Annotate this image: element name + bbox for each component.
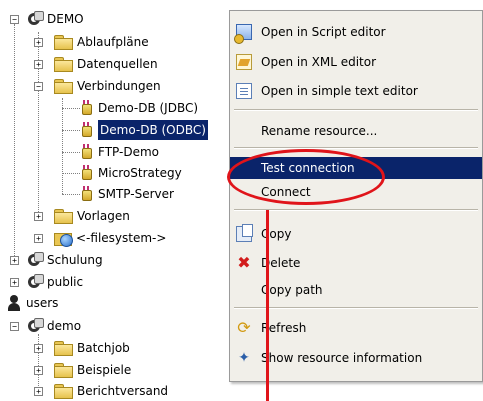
tree-node-demo[interactable]: − DEMO (10, 9, 84, 29)
tree-line (62, 98, 63, 194)
collapse-toggle[interactable]: − (10, 322, 19, 331)
folder-icon (54, 384, 73, 399)
menu-separator (234, 307, 478, 309)
expand-toggle[interactable]: + (34, 212, 43, 221)
tree-node-filesystem[interactable]: + <-filesystem-> (34, 228, 166, 248)
tree-line (62, 130, 80, 131)
tree-node-users[interactable]: users (6, 293, 58, 313)
tree-node-schulung[interactable]: + Schulung (10, 250, 103, 270)
menu-separator (234, 209, 478, 211)
tree-node-demo-user[interactable]: − demo (10, 316, 81, 336)
menu-test-connection[interactable]: Test connection (230, 157, 482, 179)
tree-node-verbindungen[interactable]: − Verbindungen (34, 76, 161, 96)
expand-toggle[interactable]: + (34, 38, 43, 47)
tree-label: Batchjob (77, 341, 130, 355)
tree-node-vorlagen[interactable]: + Vorlagen (34, 206, 130, 226)
tree-line (62, 194, 80, 195)
collapse-toggle[interactable]: − (10, 15, 19, 24)
tree-label-selected: Demo-DB (ODBC) (98, 120, 208, 140)
project-gear-icon (26, 274, 44, 290)
expand-toggle[interactable]: + (34, 366, 43, 375)
menu-item-label: Open in Script editor (261, 25, 386, 39)
tree-label: Schulung (47, 253, 103, 267)
tree-label: demo (47, 319, 82, 333)
tree-label: Datenquellen (77, 57, 158, 71)
menu-connect[interactable]: Connect (230, 181, 482, 203)
tree-node-ftp-demo[interactable]: FTP-Demo (80, 142, 159, 162)
delete-x-icon: ✖ (237, 253, 251, 272)
tree-label: public (47, 275, 84, 289)
tree-line (14, 24, 15, 260)
copy-icon (236, 224, 253, 242)
menu-separator (234, 147, 478, 149)
xml-editor-icon (236, 54, 252, 70)
folder-icon (54, 35, 73, 50)
folder-icon (54, 209, 73, 224)
tree-node-smtp-server[interactable]: SMTP-Server (80, 184, 174, 204)
connection-plug-icon (80, 122, 92, 138)
script-editor-icon (234, 24, 252, 44)
menu-item-label: Test connection (261, 161, 355, 175)
tree-label: Demo-DB (JDBC) (98, 101, 199, 115)
tree-node-beispiele[interactable]: + Beispiele (34, 360, 131, 380)
project-gear-icon (26, 252, 44, 268)
tree-node-ablaufplaene[interactable]: + Ablaufpläne (34, 32, 149, 52)
tree-node-public[interactable]: + public (10, 272, 83, 292)
tree-node-microstrategy[interactable]: MicroStrategy (80, 163, 182, 183)
tree-line (62, 173, 80, 174)
menu-item-label: Rename resource... (261, 124, 378, 138)
info-icon: ✦ (238, 350, 250, 366)
expand-toggle[interactable]: + (10, 256, 19, 265)
tree-label: MicroStrategy (98, 166, 182, 180)
filesystem-globe-icon (54, 230, 73, 247)
folder-icon (54, 57, 73, 72)
project-gear-icon (26, 11, 44, 27)
connection-plug-icon (80, 186, 92, 202)
connection-plug-icon (80, 144, 92, 160)
expand-toggle[interactable]: + (34, 344, 43, 353)
menu-rename-resource[interactable]: Rename resource... (230, 120, 482, 142)
folder-icon (54, 341, 73, 356)
tree-label: DEMO (47, 12, 84, 26)
expand-toggle[interactable]: + (10, 278, 19, 287)
collapse-toggle[interactable]: − (34, 82, 43, 91)
highlight-pointer-line (266, 210, 269, 401)
tree-label: Verbindungen (77, 79, 161, 93)
expand-toggle[interactable]: + (34, 234, 43, 243)
connection-plug-icon (80, 165, 92, 181)
refresh-icon: ⟳ (237, 318, 251, 337)
tree-label: SMTP-Server (98, 187, 174, 201)
menu-open-xml-editor[interactable]: Open in XML editor (230, 51, 482, 73)
tree-label: FTP-Demo (98, 145, 159, 159)
menu-open-text-editor[interactable]: Open in simple text editor (230, 80, 482, 102)
tree-node-berichtversand[interactable]: + Berichtversand (34, 381, 168, 401)
tree-label: users (26, 296, 59, 310)
expand-toggle[interactable]: + (34, 387, 43, 396)
menu-open-script-editor[interactable]: Open in Script editor (230, 21, 482, 44)
folder-icon (54, 363, 73, 378)
open-folder-icon (54, 79, 73, 94)
menu-item-label: Open in XML editor (261, 55, 377, 69)
tree-label: Vorlagen (77, 209, 130, 223)
expand-toggle[interactable]: + (34, 60, 43, 69)
menu-item-label: Copy path (261, 283, 323, 297)
tree-label: <-filesystem-> (76, 231, 167, 245)
project-gear-icon (26, 318, 44, 334)
tree-node-datenquellen[interactable]: + Datenquellen (34, 54, 158, 74)
tree-label: Beispiele (77, 363, 132, 377)
connection-plug-icon (80, 100, 92, 116)
tree-node-demo-db-odbc[interactable]: Demo-DB (ODBC) (80, 120, 208, 140)
menu-item-label: Connect (261, 185, 311, 199)
user-icon (6, 295, 22, 311)
text-file-icon (236, 83, 252, 99)
tree-label: Berichtversand (77, 384, 169, 398)
tree-node-batchjob[interactable]: + Batchjob (34, 338, 130, 358)
menu-item-label: Open in simple text editor (261, 84, 418, 98)
menu-separator (234, 109, 478, 111)
tree-label: Ablaufpläne (77, 35, 149, 49)
tree-node-demo-db-jdbc[interactable]: Demo-DB (JDBC) (80, 98, 198, 118)
tree-line (62, 108, 80, 109)
tree-line (62, 152, 80, 153)
menu-item-label: Show resource information (261, 351, 423, 365)
